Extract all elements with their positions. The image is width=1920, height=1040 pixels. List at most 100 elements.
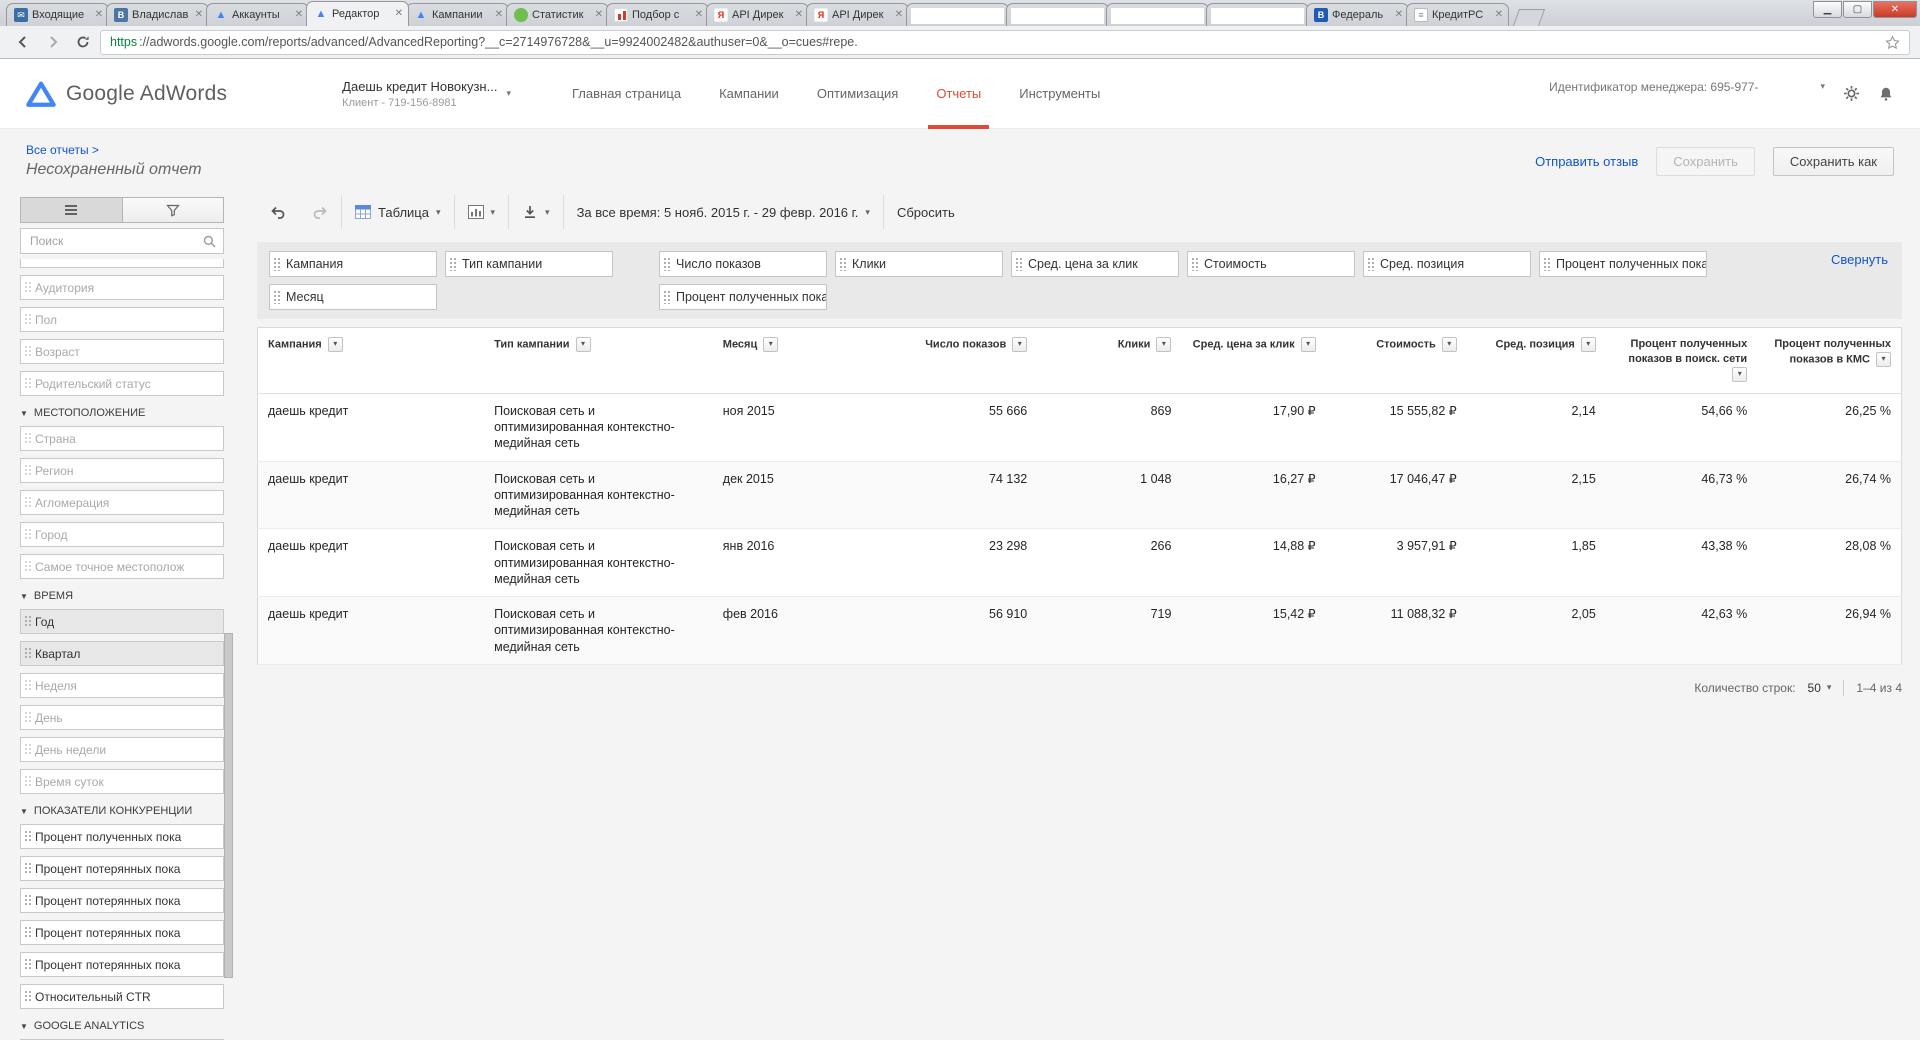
tab-close-icon[interactable]: ✕ xyxy=(195,10,203,20)
column-menu-icon[interactable]: ▾ xyxy=(1876,351,1891,367)
metric-chip-relative-ctr[interactable]: Относительный CTR xyxy=(20,984,224,1009)
dimension-chip-country[interactable]: Страна xyxy=(20,426,224,451)
reset-button[interactable]: Сбросить xyxy=(884,195,968,229)
save-as-button[interactable]: Сохранить как xyxy=(1772,146,1894,176)
dimension-chip-metro[interactable]: Агломерация xyxy=(20,490,224,515)
list-view-button[interactable] xyxy=(20,197,123,223)
panel-chip-cost[interactable]: Стоимость xyxy=(1187,251,1355,277)
column-header-display-impression-share[interactable]: Процент полученных показов в КМС ▾ xyxy=(1757,327,1902,394)
dimension-chip-parental[interactable]: Родительский статус xyxy=(20,371,224,396)
chart-type-button[interactable]: ▾ xyxy=(455,195,509,229)
browser-tab-censored[interactable] xyxy=(1006,3,1109,26)
dimension-chip-quarter[interactable]: Квартал xyxy=(20,641,224,666)
save-button[interactable]: Сохранить xyxy=(1656,146,1755,176)
tab-close-icon[interactable]: ✕ xyxy=(395,9,403,19)
notifications-bell-icon[interactable] xyxy=(1878,86,1894,102)
column-header-campaign-type[interactable]: Тип кампании ▾ xyxy=(484,327,713,394)
dimension-chip-day[interactable]: День xyxy=(20,705,224,730)
search-input[interactable] xyxy=(28,233,197,249)
tab-close-icon[interactable]: ✕ xyxy=(595,10,603,20)
panel-chip-impression-share-2[interactable]: Процент полученных пока xyxy=(659,284,827,310)
browser-tab[interactable]: Владислав ✕ xyxy=(106,3,209,26)
dimension-chip-year[interactable]: Год xyxy=(20,609,224,634)
panel-chip-campaign[interactable]: Кампания xyxy=(269,251,437,277)
tab-close-icon[interactable]: ✕ xyxy=(795,10,803,20)
back-button[interactable] xyxy=(10,29,36,55)
dimension-chip-audience[interactable]: Аудитория xyxy=(20,275,224,300)
section-header-location[interactable]: ▼ МЕСТОПОЛОЖЕНИЕ xyxy=(20,407,255,419)
table-row[interactable]: даешь кредит Поисковая сеть и оптимизиро… xyxy=(257,596,1902,665)
panel-chip-avg-position[interactable]: Сред. позиция xyxy=(1363,251,1531,277)
browser-tab[interactable]: API Дирек ✕ xyxy=(806,3,909,26)
column-menu-icon[interactable]: ▾ xyxy=(575,337,591,352)
browser-tab[interactable]: Федераль ✕ xyxy=(1306,3,1409,26)
column-menu-icon[interactable]: ▾ xyxy=(1441,337,1457,352)
column-menu-icon[interactable]: ▾ xyxy=(1012,337,1028,352)
panel-chip-clicks[interactable]: Клики xyxy=(835,251,1003,277)
dimension-chip-most-specific-location[interactable]: Самое точное местополож xyxy=(20,554,224,579)
maximize-button[interactable]: ▢ xyxy=(1843,1,1872,18)
panel-chip-campaign-type[interactable]: Тип кампании xyxy=(445,251,613,277)
section-header-google-analytics[interactable]: ▼ GOOGLE ANALYTICS xyxy=(20,1020,255,1032)
new-tab-button[interactable] xyxy=(1512,9,1546,26)
column-header-avg-cpc[interactable]: Сред. цена за клик ▾ xyxy=(1181,327,1326,394)
column-menu-icon[interactable]: ▾ xyxy=(327,337,343,352)
date-range-selector[interactable]: За все время: 5 нояб. 2015 г. - 29 февр.… xyxy=(564,195,883,229)
section-header-competitive-metrics[interactable]: ▼ ПОКАЗАТЕЛИ КОНКУРЕНЦИИ xyxy=(20,805,255,817)
dimension-chip-gender[interactable]: Пол xyxy=(20,307,224,332)
column-header-campaign[interactable]: Кампания ▾ xyxy=(257,327,485,394)
column-header-avg-position[interactable]: Сред. позиция ▾ xyxy=(1466,327,1606,394)
browser-tab[interactable]: API Дирек ✕ xyxy=(706,3,809,26)
tab-close-icon[interactable]: ✕ xyxy=(895,10,903,20)
metric-chip-lost-impression-share-3[interactable]: Процент потерянных пока xyxy=(20,920,224,945)
browser-tab[interactable]: Подбор с ✕ xyxy=(606,3,709,26)
browser-tab-censored[interactable] xyxy=(1106,3,1209,26)
sidebar-search[interactable] xyxy=(20,228,224,254)
table-row[interactable]: даешь кредит Поисковая сеть и оптимизиро… xyxy=(257,461,1902,530)
browser-tab[interactable]: КредитРС ✕ xyxy=(1406,3,1509,26)
minimize-button[interactable]: ▁ xyxy=(1813,1,1842,18)
redo-button[interactable] xyxy=(299,195,341,229)
tab-close-icon[interactable]: ✕ xyxy=(295,10,303,20)
dimension-chip-day-of-week[interactable]: День недели xyxy=(20,737,224,762)
nav-item-tools[interactable]: Инструменты xyxy=(1000,59,1119,129)
dimension-chip-hour-of-day[interactable]: Время суток xyxy=(20,769,224,794)
bookmark-star-icon[interactable] xyxy=(1885,34,1900,50)
send-feedback-link[interactable]: Отправить отзыв xyxy=(1535,154,1638,169)
reload-button[interactable] xyxy=(70,29,96,55)
settings-gear-icon[interactable] xyxy=(1843,85,1860,102)
column-header-cost[interactable]: Стоимость ▾ xyxy=(1325,327,1467,394)
metric-chip-lost-impression-share-4[interactable]: Процент потерянных пока xyxy=(20,952,224,977)
column-menu-icon[interactable]: ▾ xyxy=(1732,366,1748,382)
tab-close-icon[interactable]: ✕ xyxy=(95,10,103,20)
nav-item-optimization[interactable]: Оптимизация xyxy=(798,59,918,129)
breadcrumb[interactable]: Все отчеты > xyxy=(26,143,202,157)
browser-tab-censored[interactable] xyxy=(906,3,1009,26)
manager-account-info[interactable]: Идентификатор менеджера: 695-977- ▾ xyxy=(1549,80,1825,108)
tab-close-icon[interactable]: ✕ xyxy=(495,10,503,20)
browser-tab[interactable]: Входящие ✕ xyxy=(6,3,109,26)
tab-close-icon[interactable]: ✕ xyxy=(695,10,703,20)
browser-tab-censored[interactable] xyxy=(1206,3,1309,26)
panel-chip-impression-share[interactable]: Процент полученных пока xyxy=(1539,251,1707,277)
nav-item-home[interactable]: Главная страница xyxy=(553,59,700,129)
rows-per-page-select[interactable]: 50 ▾ xyxy=(1808,681,1832,695)
metric-chip-lost-impression-share-2[interactable]: Процент потерянных пока xyxy=(20,888,224,913)
dimension-chip-city[interactable]: Город xyxy=(20,522,224,547)
undo-button[interactable] xyxy=(257,195,299,229)
browser-tab[interactable]: Кампании ✕ xyxy=(406,3,509,26)
table-row[interactable]: даешь кредит Поисковая сеть и оптимизиро… xyxy=(257,393,1902,462)
forward-button[interactable] xyxy=(40,29,66,55)
sidebar-scrollbar[interactable] xyxy=(224,633,233,978)
url-field[interactable]: https ://adwords.google.com/reports/adva… xyxy=(100,29,1910,55)
metric-chip-impression-share[interactable]: Процент полученных пока xyxy=(20,824,224,849)
column-header-impressions[interactable]: Число показов ▾ xyxy=(826,327,1038,394)
column-menu-icon[interactable]: ▾ xyxy=(1156,337,1172,352)
view-type-button[interactable]: Таблица ▾ xyxy=(342,195,454,229)
column-header-clicks[interactable]: Клики ▾ xyxy=(1037,327,1182,394)
dimension-chip-week[interactable]: Неделя xyxy=(20,673,224,698)
browser-tab-active[interactable]: Редактор ✕ xyxy=(306,1,409,26)
column-menu-icon[interactable]: ▾ xyxy=(763,337,779,352)
metric-chip-lost-impression-share-1[interactable]: Процент потерянных пока xyxy=(20,856,224,881)
filter-view-button[interactable] xyxy=(122,197,224,223)
